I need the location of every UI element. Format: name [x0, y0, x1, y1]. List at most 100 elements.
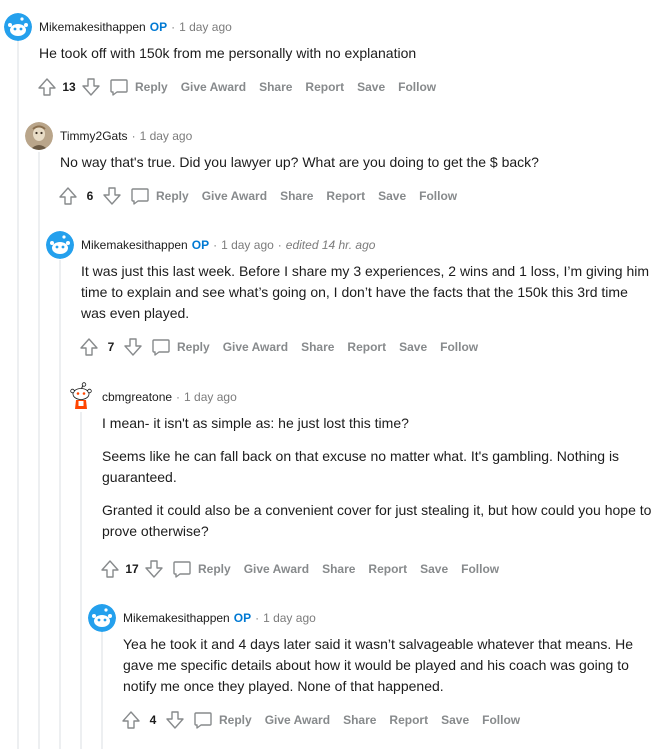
report-button[interactable]: Report	[326, 189, 365, 203]
avatar[interactable]	[4, 13, 32, 41]
vote-score: 7	[107, 340, 115, 354]
upvote-button[interactable]	[77, 335, 101, 359]
timestamp[interactable]: 1 day ago	[221, 238, 274, 252]
follow-button[interactable]: Follow	[398, 80, 436, 94]
save-button[interactable]: Save	[399, 340, 427, 354]
downvote-button[interactable]	[121, 335, 145, 359]
follow-button[interactable]: Follow	[482, 713, 520, 727]
reply-button[interactable]: Reply	[109, 77, 168, 97]
vote-score: 6	[86, 189, 94, 203]
vote-score: 4	[149, 713, 157, 727]
separator: ·	[171, 20, 176, 34]
upvote-button[interactable]	[35, 75, 59, 99]
author-link[interactable]: Mikemakesithappen	[81, 238, 188, 252]
report-button[interactable]: Report	[389, 713, 428, 727]
avatar[interactable]	[67, 381, 95, 409]
report-button[interactable]: Report	[347, 340, 386, 354]
thread-line[interactable]	[17, 40, 19, 749]
timestamp[interactable]: 1 day ago	[140, 129, 193, 143]
downvote-arrow-icon	[166, 711, 184, 729]
comment-bubble-icon	[110, 79, 128, 96]
edited-label: edited 14 hr. ago	[285, 238, 376, 252]
share-button[interactable]: Share	[301, 340, 334, 354]
snoo-avatar-icon	[70, 382, 92, 409]
share-button[interactable]: Share	[343, 713, 376, 727]
avatar[interactable]	[88, 604, 116, 632]
downvote-button[interactable]	[100, 184, 124, 208]
comment-actions: 6 Reply Give Award Share Report Save Fol…	[56, 184, 457, 208]
comment-meta: Mikemakesithappen OP · 1 day ago	[123, 610, 316, 626]
downvote-button[interactable]	[79, 75, 103, 99]
op-badge: OP	[233, 611, 252, 625]
comment-meta: Mikemakesithappen OP · 1 day ago · edited 14 …	[81, 237, 375, 253]
thread-line[interactable]	[101, 632, 103, 749]
comment-body: No way that's true. Did you lawyer up? W…	[60, 152, 650, 173]
comment-text: No way that's true. Did you lawyer up? W…	[60, 154, 539, 170]
comment-text: Yea he took it and 4 days later said it …	[123, 636, 634, 694]
save-button[interactable]: Save	[378, 189, 406, 203]
give-award-button[interactable]: Give Award	[244, 562, 309, 576]
comment-text: I mean- it isn't as simple as: he just l…	[102, 415, 409, 431]
vote-score: 17	[125, 562, 139, 576]
comment-meta: Timmy2Gats · 1 day ago	[60, 128, 192, 144]
upvote-arrow-icon	[80, 338, 98, 356]
give-award-button[interactable]: Give Award	[265, 713, 330, 727]
downvote-arrow-icon	[124, 338, 142, 356]
reply-button[interactable]: Reply	[193, 710, 252, 730]
op-badge: OP	[149, 20, 168, 34]
reply-button[interactable]: Reply	[151, 337, 210, 357]
reply-button[interactable]: Reply	[130, 186, 189, 206]
timestamp[interactable]: 1 day ago	[179, 20, 232, 34]
comment-text: Seems like he can fall back on that excu…	[102, 448, 620, 485]
vote-score: 13	[62, 80, 76, 94]
save-button[interactable]: Save	[420, 562, 448, 576]
comment-body: It was just this last week. Before I sha…	[81, 261, 656, 324]
save-button[interactable]: Save	[441, 713, 469, 727]
comment-actions: 7 Reply Give Award Share Report Save Fol…	[77, 335, 478, 359]
snoo-avatar-icon	[46, 231, 74, 259]
upvote-button[interactable]	[119, 708, 143, 732]
snoo-avatar-icon	[88, 604, 116, 632]
upvote-button[interactable]	[56, 184, 80, 208]
report-button[interactable]: Report	[305, 80, 344, 94]
separator: ·	[255, 611, 260, 625]
report-button[interactable]: Report	[368, 562, 407, 576]
comment-body: He took off with 150k from me personally…	[39, 43, 649, 64]
separator: ·	[277, 238, 282, 252]
thread-line[interactable]	[59, 260, 61, 749]
comment-actions: 4 Reply Give Award Share Report Save Fol…	[119, 708, 520, 732]
avatar[interactable]	[25, 122, 53, 150]
snoo-avatar-icon	[4, 13, 32, 41]
comment-body: I mean- it isn't as simple as: he just l…	[102, 413, 657, 542]
author-link[interactable]: Timmy2Gats	[60, 129, 128, 143]
give-award-button[interactable]: Give Award	[223, 340, 288, 354]
avatar[interactable]	[46, 231, 74, 259]
give-award-button[interactable]: Give Award	[202, 189, 267, 203]
follow-button[interactable]: Follow	[440, 340, 478, 354]
thread-line[interactable]	[80, 412, 82, 749]
thread-line[interactable]	[38, 152, 40, 749]
downvote-button[interactable]	[142, 557, 166, 581]
author-link[interactable]: Mikemakesithappen	[39, 20, 146, 34]
user-photo-icon	[25, 122, 53, 150]
downvote-arrow-icon	[103, 187, 121, 205]
save-button[interactable]: Save	[357, 80, 385, 94]
follow-button[interactable]: Follow	[419, 189, 457, 203]
comment-meta: Mikemakesithappen OP · 1 day ago	[39, 19, 232, 35]
reply-button[interactable]: Reply	[172, 559, 231, 579]
upvote-arrow-icon	[101, 560, 119, 578]
upvote-arrow-icon	[122, 711, 140, 729]
share-button[interactable]: Share	[280, 189, 313, 203]
give-award-button[interactable]: Give Award	[181, 80, 246, 94]
author-link[interactable]: Mikemakesithappen	[123, 611, 230, 625]
author-link[interactable]: cbmgreatone	[102, 390, 172, 404]
timestamp[interactable]: 1 day ago	[184, 390, 237, 404]
follow-button[interactable]: Follow	[461, 562, 499, 576]
separator: ·	[213, 238, 218, 252]
separator: ·	[176, 390, 181, 404]
timestamp[interactable]: 1 day ago	[263, 611, 316, 625]
downvote-button[interactable]	[163, 708, 187, 732]
share-button[interactable]: Share	[259, 80, 292, 94]
upvote-button[interactable]	[98, 557, 122, 581]
share-button[interactable]: Share	[322, 562, 355, 576]
